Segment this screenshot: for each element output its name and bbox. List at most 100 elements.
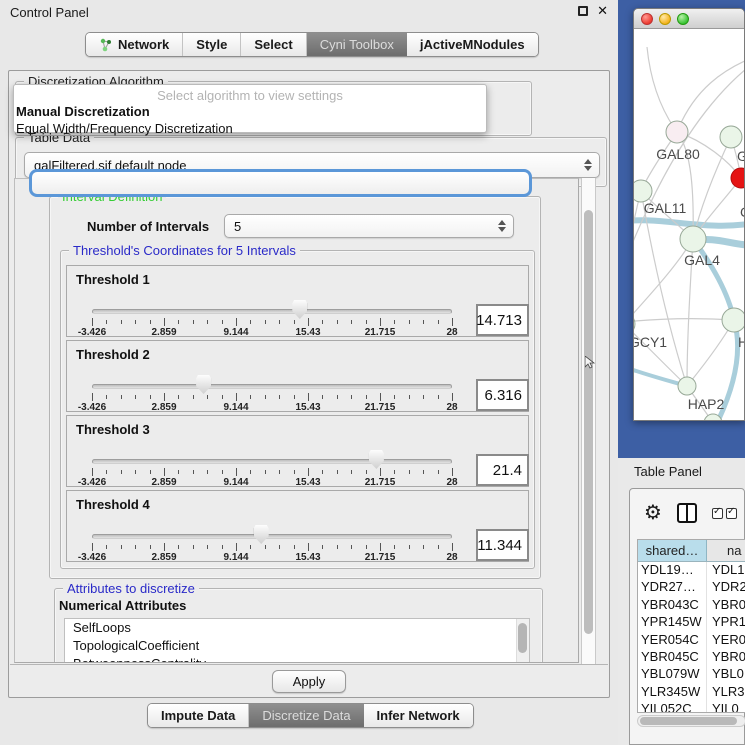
node-table[interactable]: shared… na YDL19…YDL1YDR27…YDR2YBR043CYB… — [637, 539, 745, 713]
node-label-c: C — [740, 204, 744, 220]
tab-label: Select — [254, 37, 292, 52]
tab-discretize-data[interactable]: Discretize Data — [249, 704, 363, 727]
main-scrollbar-thumb[interactable] — [584, 210, 593, 634]
screen: Control Panel ✕ NetworkStyleSelectCyni T… — [0, 0, 745, 745]
cell-name: YPR1 — [707, 614, 745, 631]
cell-name: YIL0 — [707, 701, 745, 713]
cell-name: YLR3 — [707, 684, 745, 701]
threshold-block-4: Threshold 4-3.4262.8599.14415.4321.71528… — [66, 490, 529, 562]
GAL11-node[interactable] — [634, 180, 652, 202]
GCY1-node[interactable] — [634, 313, 635, 335]
zoom-traffic-light-icon[interactable] — [677, 13, 689, 25]
threshold-value-field[interactable]: 14.713 — [476, 304, 529, 336]
node-label-gal11: GAL11 — [644, 200, 687, 216]
node-label-h: H — [738, 334, 744, 350]
main-scrollbar[interactable] — [581, 178, 596, 664]
float-window-icon[interactable] — [578, 6, 588, 16]
slider-thumb[interactable] — [196, 375, 211, 394]
attribute-list-item[interactable]: SelfLoops — [65, 619, 529, 637]
table-toolbar: ⚙ — [630, 489, 744, 537]
cell-shared-name: YDL19… — [638, 562, 707, 579]
column-header-shared[interactable]: shared… — [638, 540, 707, 561]
table-panel: Table Panel ⚙ shared… na YDL19…YDL1YDR27… — [618, 458, 745, 745]
node-label-gcy1: GCY1 — [634, 334, 667, 350]
table-row[interactable]: YDL19…YDL1 — [638, 562, 745, 579]
threshold-block-1: Threshold 1-3.4262.8599.14415.4321.71528… — [66, 265, 529, 337]
attribute-list-item[interactable]: BetweennessCentrality — [65, 655, 529, 663]
tab-jactivemnodules[interactable]: jActiveMNodules — [407, 33, 538, 56]
dropdown-placeholder: Select algorithm to view settings — [14, 85, 486, 103]
combo-spinner-icon — [583, 159, 592, 171]
threshold-value-field[interactable]: 21.4 — [476, 454, 529, 486]
close-traffic-light-icon[interactable] — [641, 13, 653, 25]
cell-shared-name: YBR043C — [638, 597, 707, 614]
table-panel-title: Table Panel — [634, 464, 702, 479]
table-hscrollbar-thumb[interactable] — [640, 717, 737, 725]
slider-track[interactable] — [92, 384, 452, 389]
slider-tick-labels: -3.4262.8599.14415.4321.71528 — [92, 552, 452, 563]
threshold-value-field[interactable]: 6.316 — [476, 379, 529, 411]
slider-thumb[interactable] — [254, 525, 269, 544]
slider-track[interactable] — [92, 459, 452, 464]
slider-track[interactable] — [92, 534, 452, 539]
slider-thumb[interactable] — [292, 300, 307, 319]
cell-shared-name: YBR045C — [638, 649, 707, 666]
table-hscrollbar[interactable] — [637, 715, 745, 727]
tab-label: Style — [196, 37, 227, 52]
network-canvas[interactable]: GAL80GACGAL11GAL4GCY1HHAP2 — [634, 29, 744, 420]
GAL4-node[interactable] — [680, 226, 706, 252]
list-scrollbar[interactable] — [516, 619, 529, 663]
table-row[interactable]: YBR043CYBR0 — [638, 597, 745, 614]
interval-definition-group: Interval Definition Number of Intervals … — [49, 196, 541, 579]
column-header-name[interactable]: na — [707, 540, 745, 561]
network-icon — [99, 38, 113, 52]
cell-name: YDR2 — [707, 579, 745, 596]
apply-button[interactable]: Apply — [272, 670, 346, 693]
dropdown-option[interactable]: Manual Discretization — [14, 103, 486, 120]
tab-infer-network[interactable]: Infer Network — [364, 704, 473, 727]
split-columns-icon[interactable] — [677, 503, 697, 523]
table-row[interactable]: YBL079WYBL0 — [638, 666, 745, 683]
node-label-gal4: GAL4 — [684, 252, 720, 268]
number-of-intervals-combobox[interactable]: 5 — [224, 214, 514, 238]
tab-select[interactable]: Select — [241, 33, 306, 56]
mouse-cursor — [585, 356, 595, 369]
checkbox-icon[interactable] — [726, 508, 737, 519]
red-node[interactable] — [731, 168, 744, 188]
attributes-group: Attributes to discretize Numerical Attri… — [54, 588, 543, 663]
table-row[interactable]: YBR045CYBR0 — [638, 649, 745, 666]
checkbox-icon[interactable] — [712, 508, 723, 519]
unnamed-node[interactable] — [720, 126, 742, 148]
slider-track[interactable] — [92, 309, 452, 314]
gear-icon[interactable]: ⚙ — [644, 503, 662, 523]
tab-impute-data[interactable]: Impute Data — [148, 704, 249, 727]
cell-shared-name: YER054C — [638, 632, 707, 649]
tab-cyni-toolbox[interactable]: Cyni Toolbox — [307, 33, 407, 56]
table-row[interactable]: YPR145WYPR1 — [638, 614, 745, 631]
dropdown-option[interactable]: Equal Width/Frequency Discretization — [14, 120, 486, 137]
bottom-tab-bar: Impute DataDiscretize DataInfer Network — [147, 703, 474, 728]
network-window-titlebar[interactable] — [634, 9, 744, 29]
node-label-hap2: HAP2 — [688, 396, 725, 412]
HAP2-node[interactable] — [678, 377, 696, 395]
numerical-attributes-list[interactable]: SelfLoopsTopologicalCoefficientBetweenne… — [64, 618, 530, 663]
table-row[interactable]: YDR27…YDR2 — [638, 579, 745, 596]
close-icon[interactable]: ✕ — [597, 5, 608, 17]
table-row[interactable]: YLR345WYLR3 — [638, 684, 745, 701]
table-row[interactable]: YER054CYER0 — [638, 632, 745, 649]
threshold-label: Threshold 1 — [76, 272, 150, 287]
minimize-traffic-light-icon[interactable] — [659, 13, 671, 25]
table-row[interactable]: YIL052CYIL0 — [638, 701, 745, 713]
H-node[interactable] — [722, 308, 744, 332]
GAL80-node[interactable] — [666, 121, 688, 143]
slider-tick-labels: -3.4262.8599.14415.4321.71528 — [92, 477, 452, 488]
settings-scroll-viewport: Interval Definition Number of Intervals … — [14, 178, 579, 663]
tab-network[interactable]: Network — [86, 33, 183, 56]
slider-thumb[interactable] — [369, 450, 384, 469]
threshold-label: Threshold 3 — [76, 422, 150, 437]
list-scrollbar-thumb[interactable] — [518, 623, 527, 653]
attribute-list-item[interactable]: TopologicalCoefficient — [65, 637, 529, 655]
threshold-value-field[interactable]: 11.344 — [476, 529, 529, 561]
tab-style[interactable]: Style — [183, 33, 241, 56]
algorithm-combobox[interactable] — [29, 169, 532, 197]
